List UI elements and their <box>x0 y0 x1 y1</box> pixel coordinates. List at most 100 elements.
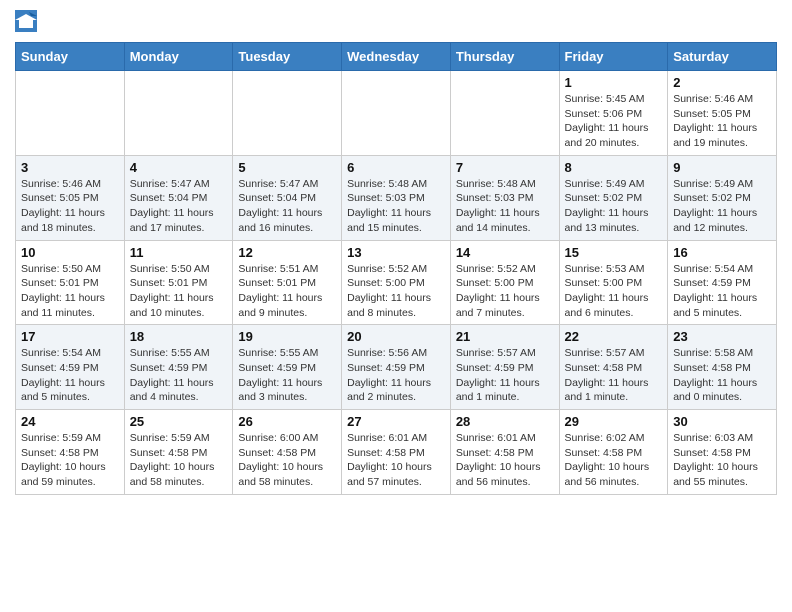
day-number: 10 <box>21 245 119 260</box>
day-info: Sunrise: 5:49 AMSunset: 5:02 PMDaylight:… <box>565 177 663 236</box>
week-row-2: 3 Sunrise: 5:46 AMSunset: 5:05 PMDaylight… <box>16 155 777 240</box>
day-cell: 14 Sunrise: 5:52 AMSunset: 5:00 PMDayligh… <box>450 240 559 325</box>
day-info: Sunrise: 5:59 AMSunset: 4:58 PMDaylight:… <box>130 431 228 490</box>
day-info: Sunrise: 5:55 AMSunset: 4:59 PMDaylight:… <box>130 346 228 405</box>
logo-icon <box>15 10 37 32</box>
weekday-thursday: Thursday <box>450 43 559 71</box>
day-info: Sunrise: 6:03 AMSunset: 4:58 PMDaylight:… <box>673 431 771 490</box>
day-info: Sunrise: 5:46 AMSunset: 5:05 PMDaylight:… <box>673 92 771 151</box>
week-row-3: 10 Sunrise: 5:50 AMSunset: 5:01 PMDayligh… <box>16 240 777 325</box>
day-cell: 6 Sunrise: 5:48 AMSunset: 5:03 PMDaylight… <box>342 155 451 240</box>
day-number: 6 <box>347 160 445 175</box>
day-cell: 10 Sunrise: 5:50 AMSunset: 5:01 PMDayligh… <box>16 240 125 325</box>
day-number: 12 <box>238 245 336 260</box>
weekday-monday: Monday <box>124 43 233 71</box>
day-cell: 24 Sunrise: 5:59 AMSunset: 4:58 PMDayligh… <box>16 410 125 495</box>
day-cell: 22Sunrise: 5:57 AMSunset: 4:58 PMDayligh… <box>559 325 668 410</box>
weekday-sunday: Sunday <box>16 43 125 71</box>
day-info: Sunrise: 5:46 AMSunset: 5:05 PMDaylight:… <box>21 177 119 236</box>
day-info: Sunrise: 5:47 AMSunset: 5:04 PMDaylight:… <box>238 177 336 236</box>
day-info: Sunrise: 5:45 AMSunset: 5:06 PMDaylight:… <box>565 92 663 151</box>
day-number: 17 <box>21 329 119 344</box>
day-number: 9 <box>673 160 771 175</box>
day-cell: 13Sunrise: 5:52 AMSunset: 5:00 PMDayligh… <box>342 240 451 325</box>
day-cell: 16 Sunrise: 5:54 AMSunset: 4:59 PMDayligh… <box>668 240 777 325</box>
day-info: Sunrise: 5:55 AMSunset: 4:59 PMDaylight:… <box>238 346 336 405</box>
weekday-tuesday: Tuesday <box>233 43 342 71</box>
logo <box>15 10 39 32</box>
day-cell: 17 Sunrise: 5:54 AMSunset: 4:59 PMDayligh… <box>16 325 125 410</box>
day-number: 26 <box>238 414 336 429</box>
day-info: Sunrise: 5:59 AMSunset: 4:58 PMDaylight:… <box>21 431 119 490</box>
day-info: Sunrise: 5:52 AMSunset: 5:00 PMDaylight:… <box>456 262 554 321</box>
day-info: Sunrise: 5:48 AMSunset: 5:03 PMDaylight:… <box>456 177 554 236</box>
day-number: 27 <box>347 414 445 429</box>
week-row-4: 17 Sunrise: 5:54 AMSunset: 4:59 PMDayligh… <box>16 325 777 410</box>
week-row-5: 24 Sunrise: 5:59 AMSunset: 4:58 PMDayligh… <box>16 410 777 495</box>
day-info: Sunrise: 5:56 AMSunset: 4:59 PMDaylight:… <box>347 346 445 405</box>
day-number: 30 <box>673 414 771 429</box>
day-number: 20 <box>347 329 445 344</box>
day-number: 5 <box>238 160 336 175</box>
day-cell: 5 Sunrise: 5:47 AMSunset: 5:04 PMDaylight… <box>233 155 342 240</box>
day-number: 29 <box>565 414 663 429</box>
day-number: 19 <box>238 329 336 344</box>
weekday-wednesday: Wednesday <box>342 43 451 71</box>
day-cell: 27 Sunrise: 6:01 AMSunset: 4:58 PMDayligh… <box>342 410 451 495</box>
day-info: Sunrise: 6:01 AMSunset: 4:58 PMDaylight:… <box>456 431 554 490</box>
day-cell <box>124 71 233 156</box>
day-number: 8 <box>565 160 663 175</box>
day-cell <box>342 71 451 156</box>
day-cell: 8 Sunrise: 5:49 AMSunset: 5:02 PMDaylight… <box>559 155 668 240</box>
day-cell: 25 Sunrise: 5:59 AMSunset: 4:58 PMDayligh… <box>124 410 233 495</box>
day-info: Sunrise: 5:54 AMSunset: 4:59 PMDaylight:… <box>673 262 771 321</box>
day-cell <box>450 71 559 156</box>
day-number: 1 <box>565 75 663 90</box>
header <box>15 10 777 32</box>
day-info: Sunrise: 5:48 AMSunset: 5:03 PMDaylight:… <box>347 177 445 236</box>
day-info: Sunrise: 5:53 AMSunset: 5:00 PMDaylight:… <box>565 262 663 321</box>
day-cell <box>16 71 125 156</box>
day-cell: 18 Sunrise: 5:55 AMSunset: 4:59 PMDayligh… <box>124 325 233 410</box>
day-info: Sunrise: 5:52 AMSunset: 5:00 PMDaylight:… <box>347 262 445 321</box>
day-number: 4 <box>130 160 228 175</box>
day-info: Sunrise: 6:02 AMSunset: 4:58 PMDaylight:… <box>565 431 663 490</box>
day-cell: 4 Sunrise: 5:47 AMSunset: 5:04 PMDaylight… <box>124 155 233 240</box>
day-info: Sunrise: 5:49 AMSunset: 5:02 PMDaylight:… <box>673 177 771 236</box>
day-cell: 9 Sunrise: 5:49 AMSunset: 5:02 PMDaylight… <box>668 155 777 240</box>
day-number: 25 <box>130 414 228 429</box>
day-number: 15 <box>565 245 663 260</box>
day-number: 28 <box>456 414 554 429</box>
day-cell: 3 Sunrise: 5:46 AMSunset: 5:05 PMDaylight… <box>16 155 125 240</box>
weekday-saturday: Saturday <box>668 43 777 71</box>
day-info: Sunrise: 5:50 AMSunset: 5:01 PMDaylight:… <box>21 262 119 321</box>
day-cell: 15 Sunrise: 5:53 AMSunset: 5:00 PMDayligh… <box>559 240 668 325</box>
day-info: Sunrise: 6:00 AMSunset: 4:58 PMDaylight:… <box>238 431 336 490</box>
day-number: 3 <box>21 160 119 175</box>
day-cell: 11Sunrise: 5:50 AMSunset: 5:01 PMDayligh… <box>124 240 233 325</box>
calendar: SundayMondayTuesdayWednesdayThursdayFrid… <box>15 42 777 495</box>
day-info: Sunrise: 5:57 AMSunset: 4:59 PMDaylight:… <box>456 346 554 405</box>
day-cell: 19 Sunrise: 5:55 AMSunset: 4:59 PMDayligh… <box>233 325 342 410</box>
day-number: 16 <box>673 245 771 260</box>
day-number: 18 <box>130 329 228 344</box>
day-number: 2 <box>673 75 771 90</box>
week-row-1: 1 Sunrise: 5:45 AMSunset: 5:06 PMDaylight… <box>16 71 777 156</box>
weekday-friday: Friday <box>559 43 668 71</box>
day-number: 7 <box>456 160 554 175</box>
day-cell: 21 Sunrise: 5:57 AMSunset: 4:59 PMDayligh… <box>450 325 559 410</box>
day-number: 24 <box>21 414 119 429</box>
day-cell: 26 Sunrise: 6:00 AMSunset: 4:58 PMDayligh… <box>233 410 342 495</box>
day-cell: 12 Sunrise: 5:51 AMSunset: 5:01 PMDayligh… <box>233 240 342 325</box>
day-info: Sunrise: 5:54 AMSunset: 4:59 PMDaylight:… <box>21 346 119 405</box>
day-cell <box>233 71 342 156</box>
day-number: 14 <box>456 245 554 260</box>
day-info: Sunrise: 5:51 AMSunset: 5:01 PMDaylight:… <box>238 262 336 321</box>
day-info: Sunrise: 6:01 AMSunset: 4:58 PMDaylight:… <box>347 431 445 490</box>
day-number: 21 <box>456 329 554 344</box>
weekday-header-row: SundayMondayTuesdayWednesdayThursdayFrid… <box>16 43 777 71</box>
day-cell: 7 Sunrise: 5:48 AMSunset: 5:03 PMDaylight… <box>450 155 559 240</box>
day-cell: 23Sunrise: 5:58 AMSunset: 4:58 PMDayligh… <box>668 325 777 410</box>
day-cell: 29 Sunrise: 6:02 AMSunset: 4:58 PMDayligh… <box>559 410 668 495</box>
day-info: Sunrise: 5:47 AMSunset: 5:04 PMDaylight:… <box>130 177 228 236</box>
